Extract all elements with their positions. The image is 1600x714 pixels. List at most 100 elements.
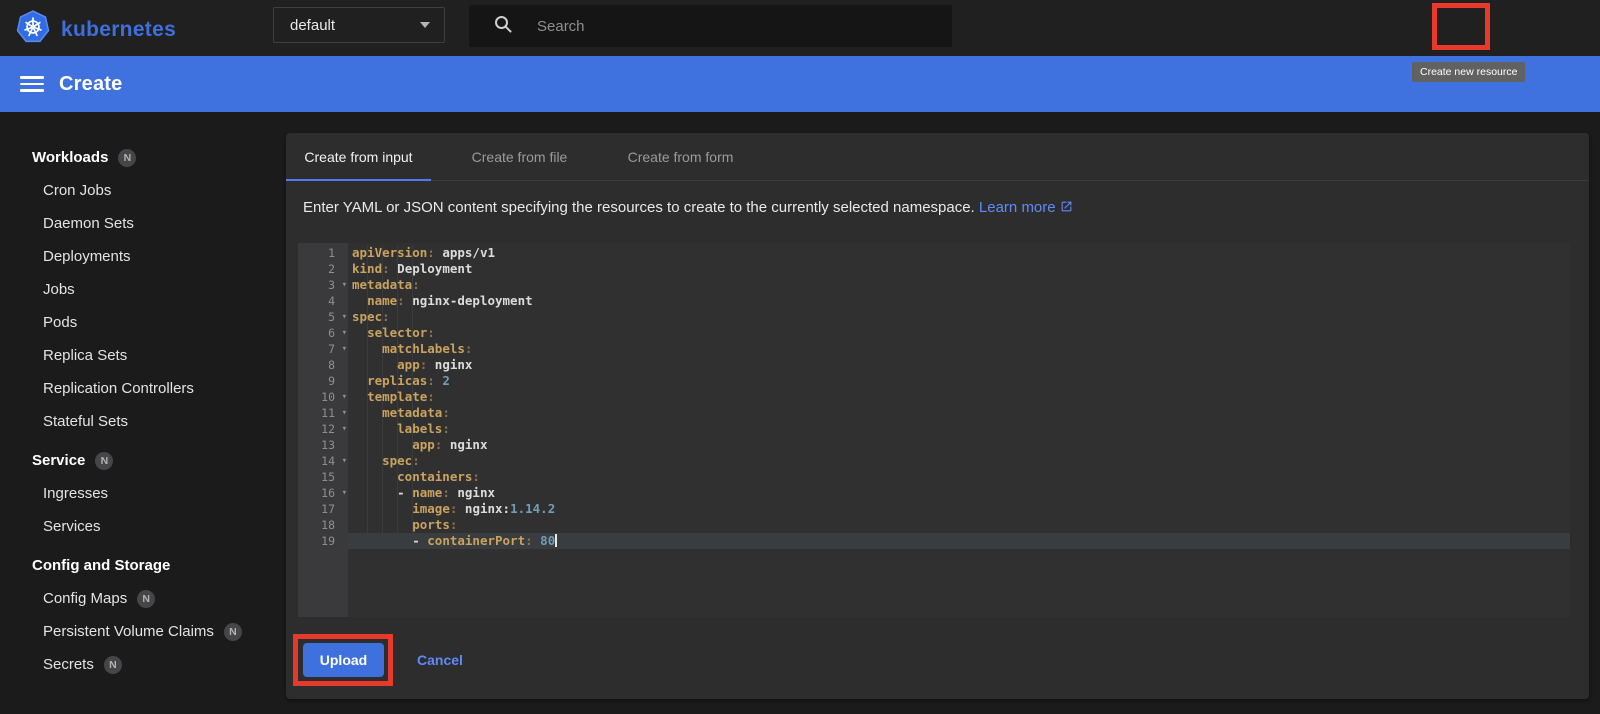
code-line[interactable]: spec: [348, 453, 1570, 469]
sidebar-item-daemon-sets[interactable]: Daemon Sets [0, 207, 285, 240]
brand[interactable]: kubernetes [16, 10, 176, 49]
tab-create-from-file[interactable]: Create from file [447, 133, 592, 180]
fold-arrow-icon[interactable]: ▾ [342, 277, 347, 293]
code-token: : [442, 421, 450, 436]
code-line[interactable]: name: nginx-deployment [348, 293, 1570, 309]
code-line[interactable]: ports: [348, 517, 1570, 533]
sidebar-section-config-and-storage: Config and Storage Config Maps N Persistent… [0, 549, 285, 681]
sidebar-item-replica-sets[interactable]: Replica Sets [0, 339, 285, 372]
code-line[interactable]: app: nginx [348, 437, 1570, 453]
code-token: 1.14.2 [510, 501, 556, 516]
code-token: : [525, 533, 533, 548]
sidebar-item-cron-jobs[interactable]: Cron Jobs [0, 174, 285, 207]
tab-create-from-input[interactable]: Create from input [286, 133, 431, 181]
code-line[interactable]: - name: nginx [348, 485, 1570, 501]
sidebar-item-pods[interactable]: Pods [0, 306, 285, 339]
sidebar-item-services[interactable]: Services [0, 510, 285, 543]
code-line[interactable]: metadata: [348, 277, 1570, 293]
code-token: apiVersion [352, 245, 428, 260]
fold-arrow-icon[interactable]: ▾ [342, 325, 347, 341]
tab-create-from-form[interactable]: Create from form [608, 133, 753, 180]
fold-arrow-icon[interactable]: ▾ [342, 405, 347, 421]
code-line[interactable]: containers: [348, 469, 1570, 485]
fold-arrow-icon[interactable]: ▾ [342, 389, 347, 405]
gutter-line-number: 12 ▾ [321, 421, 347, 437]
search-input[interactable] [537, 17, 917, 35]
fold-arrow-icon[interactable]: ▾ [342, 309, 347, 325]
code-token: containerPort [427, 533, 526, 548]
code-line[interactable]: kind: Deployment [348, 261, 1570, 277]
code-line[interactable]: - containerPort: 80 [348, 533, 1570, 549]
sidebar-header-workloads[interactable]: Workloads N [0, 141, 285, 174]
code-line[interactable]: selector: [348, 325, 1570, 341]
sidebar-item-ingresses[interactable]: Ingresses [0, 477, 285, 510]
fold-arrow-icon[interactable]: ▾ [342, 485, 347, 501]
code-token: Deployment [389, 261, 473, 276]
editor-code-area[interactable]: apiVersion: apps/v1 kind: Deployment metad… [348, 243, 1570, 617]
code-line[interactable]: spec: [348, 309, 1570, 325]
form-actions: Upload Cancel [303, 643, 463, 677]
code-token: ports [412, 517, 450, 532]
code-token: app [412, 437, 435, 452]
sidebar-item-jobs[interactable]: Jobs [0, 273, 285, 306]
new-badge: N [137, 589, 156, 608]
sidebar-item-secrets[interactable]: Secrets N [0, 648, 285, 681]
fold-arrow-icon[interactable]: ▾ [342, 421, 347, 437]
fold-arrow-icon[interactable]: ▾ [342, 341, 347, 357]
sidebar-header-label: Config and Storage [32, 557, 171, 574]
code-line[interactable]: image: nginx:1.14.2 [348, 501, 1570, 517]
gutter-line-number: 9 [328, 374, 335, 388]
code-token: : [442, 485, 450, 500]
yaml-editor[interactable]: 1 2 3 ▾ 4 5 ▾ 6 ▾ 7 ▾ 8 9 10 ▾ 11 ▾ 12 ▾ 13 14 ▾ 15 16 ▾ 17 18 19 a… [298, 243, 1570, 617]
code-token: containers [397, 469, 473, 484]
external-link-icon [1060, 200, 1073, 217]
sidebar-item-deployments[interactable]: Deployments [0, 240, 285, 273]
code-line[interactable]: template: [348, 389, 1570, 405]
code-token: kind [352, 261, 383, 276]
gutter-line-number: 10 ▾ [321, 389, 347, 405]
code-line[interactable]: labels: [348, 421, 1570, 437]
code-line[interactable]: replicas: 2 [348, 373, 1570, 389]
search-bar[interactable] [469, 5, 952, 47]
sidebar-item-config-maps[interactable]: Config Maps N [0, 582, 285, 615]
new-badge: N [103, 655, 122, 674]
gutter-line-number: 14 ▾ [321, 453, 347, 469]
code-line[interactable]: metadata: [348, 405, 1570, 421]
sidebar-section-workloads: Workloads N Cron Jobs Daemon Sets Deployment… [0, 141, 285, 438]
app-bar: Create [0, 56, 1600, 112]
gutter-line-number: 16 ▾ [321, 485, 347, 501]
cancel-button[interactable]: Cancel [417, 652, 463, 668]
menu-button[interactable] [20, 72, 44, 96]
description: Enter YAML or JSON content specifying th… [303, 199, 1073, 217]
code-line[interactable]: matchLabels: [348, 341, 1570, 357]
gutter-line-number: 5 ▾ [328, 309, 347, 325]
brand-title: kubernetes [61, 17, 177, 41]
code-token: spec [382, 453, 413, 468]
code-line[interactable]: apiVersion: apps/v1 [348, 245, 1570, 261]
gutter-line-number: 11 ▾ [321, 405, 347, 421]
namespace-selector[interactable]: default [273, 7, 445, 43]
sidebar-item-persistent-volume-claims[interactable]: Persistent Volume Claims N [0, 615, 285, 648]
namespace-value: default [290, 16, 336, 34]
sidebar-header-config-and-storage[interactable]: Config and Storage [0, 549, 285, 582]
sidebar-item-label: Daemon Sets [43, 215, 134, 232]
code-token: labels [397, 421, 443, 436]
code-token: : [382, 309, 390, 324]
code-token: : [427, 325, 435, 340]
sidebar-item-replication-controllers[interactable]: Replication Controllers [0, 372, 285, 405]
sidebar-section-service: Service N Ingresses Services [0, 444, 285, 543]
upload-button[interactable]: Upload [303, 643, 384, 677]
fold-arrow-icon[interactable]: ▾ [342, 453, 347, 469]
code-token: metadata [352, 277, 413, 292]
code-line[interactable]: app: nginx [348, 357, 1570, 373]
sidebar-header-service[interactable]: Service N [0, 444, 285, 477]
code-token: app [397, 357, 420, 372]
learn-more-link[interactable]: Learn more [979, 199, 1073, 216]
sidebar-item-stateful-sets[interactable]: Stateful Sets [0, 405, 285, 438]
code-token: : [427, 389, 435, 404]
